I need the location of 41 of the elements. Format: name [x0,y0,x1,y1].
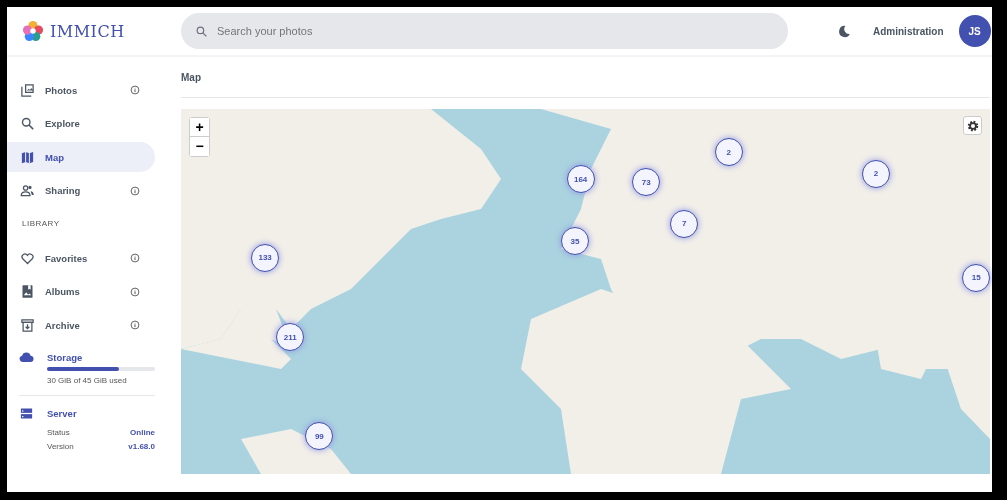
people-icon [20,183,35,198]
settings-button[interactable] [963,116,982,135]
info-icon[interactable] [130,185,140,196]
search-icon [195,25,208,38]
server-info-label: Version [47,442,74,451]
sidebar-item[interactable]: Albums [7,276,155,307]
section-title: LIBRARY [21,218,61,230]
archive-icon [20,317,35,333]
heart-icon [20,250,35,266]
app-logo-text: IMMICH [50,21,125,41]
moon-icon[interactable] [836,23,851,39]
server-title: Server [47,408,78,419]
photos-icon [20,82,35,98]
info-icon[interactable] [130,85,140,95]
server-icon [19,406,34,421]
server-info-value: Online [130,428,155,437]
sidebar-item[interactable]: Archive [7,310,155,340]
user-avatar[interactable]: JS [958,15,991,47]
sidebar-item[interactable]: Map [7,142,155,172]
flower-logo-icon [22,20,44,42]
sidebar-item[interactable]: Favorites [7,243,155,273]
cloud-icon [19,350,34,365]
administration-link[interactable]: Administration [873,25,944,37]
map-icon [20,149,35,165]
storage-usage: 30 GiB of 45 GiB used [47,376,128,385]
map-view[interactable]: + − 164 73 2 2 7 35 133 15 211 99 [181,109,990,474]
sidebar-item[interactable]: Photos [7,75,155,105]
album-icon [20,284,35,299]
server-info-value: v1.68.0 [128,442,155,451]
search-field[interactable]: Search your photos [181,13,788,49]
info-icon[interactable] [130,253,140,263]
search-icon [20,116,35,131]
sidebar-item[interactable]: Sharing [7,175,155,206]
sidebar-item[interactable]: Explore [7,108,155,139]
storage-title: Storage [47,352,84,363]
page-title: Map [181,71,201,83]
zoom-in-button[interactable]: + [190,118,209,137]
info-icon[interactable] [130,286,140,297]
info-icon[interactable] [130,320,140,330]
settings-icon [965,118,980,133]
server-info-label: Status [47,428,70,437]
